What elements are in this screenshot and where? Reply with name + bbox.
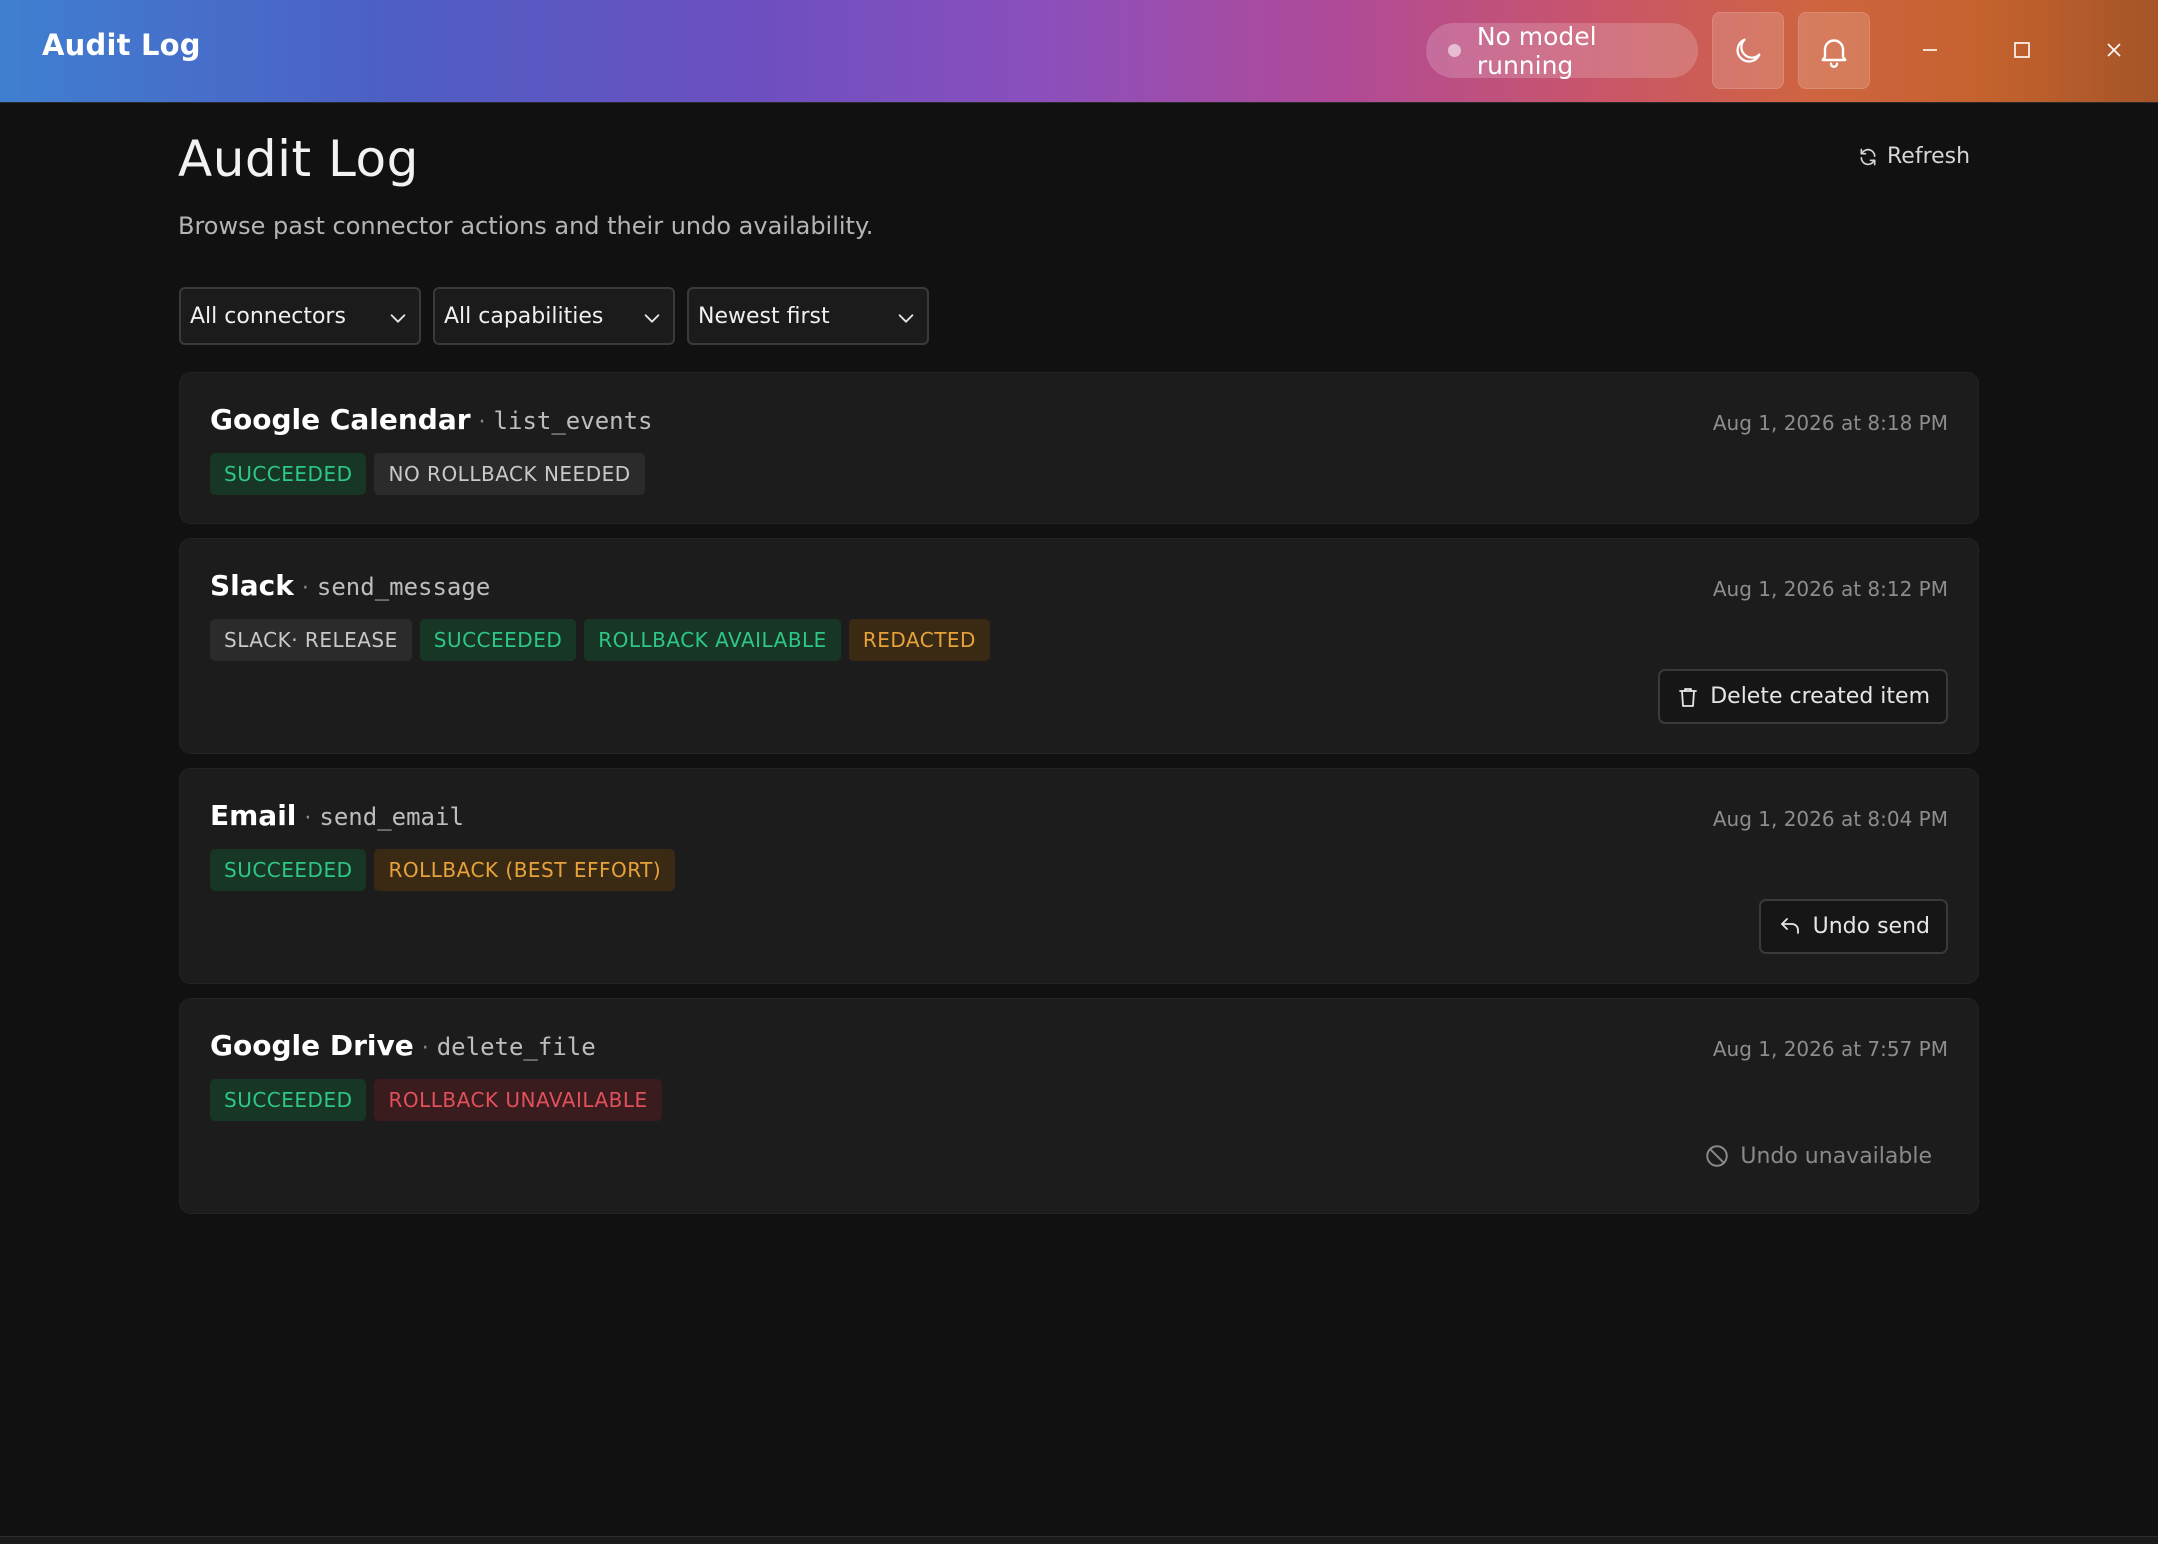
entry-header: Google Calendar · list_events	[210, 403, 653, 436]
connector-name: Google Drive	[210, 1029, 414, 1062]
redacted-badge: REDACTED	[848, 619, 990, 661]
sort-value: Newest first	[698, 303, 830, 329]
delete-created-item-button[interactable]: Delete created item	[1658, 669, 1948, 724]
entry-header: Slack · send_message	[210, 569, 490, 602]
model-status-pill[interactable]: No model running	[1426, 21, 1698, 80]
moon-icon	[1736, 38, 1761, 63]
capability-name: send_message	[316, 573, 491, 601]
entry-header: Google Drive · delete_file	[210, 1029, 596, 1062]
status-badge: SUCCEEDED	[210, 453, 367, 495]
refresh-button[interactable]: Refresh	[1858, 144, 1970, 169]
refresh-icon	[1860, 148, 1876, 165]
notifications-button[interactable]	[1798, 12, 1870, 89]
undo-send-label: Undo send	[1812, 914, 1930, 939]
entry-timestamp: Aug 1, 2026 at 8:12 PM	[1712, 577, 1948, 601]
sort-select[interactable]: Newest first	[687, 287, 929, 345]
capability-filter-select[interactable]: All capabilities	[433, 287, 675, 345]
capability-filter-value: All capabilities	[444, 303, 604, 329]
trash-icon	[1679, 687, 1698, 707]
chevron-down-icon	[898, 314, 914, 323]
chevron-down-icon	[390, 314, 406, 323]
audit-entry-card[interactable]: Slack · send_message Aug 1, 2026 at 8:12…	[179, 538, 1979, 754]
badge-row: SLACK· RELEASE SUCCEEDED ROLLBACK AVAILA…	[210, 619, 998, 661]
separator-dot: ·	[478, 410, 486, 435]
theme-toggle-button[interactable]	[1712, 12, 1784, 89]
audit-entry-card[interactable]: Google Calendar · list_events Aug 1, 202…	[179, 372, 1979, 524]
entry-timestamp: Aug 1, 2026 at 8:04 PM	[1712, 807, 1948, 831]
undo-icon	[1780, 917, 1799, 934]
badge-row: SUCCEEDED ROLLBACK UNAVAILABLE	[210, 1079, 670, 1121]
bell-icon	[1821, 38, 1847, 68]
minimize-button[interactable]	[1906, 26, 1954, 74]
status-badge: SUCCEEDED	[210, 1079, 367, 1121]
connector-name: Email	[210, 799, 297, 832]
undo-unavailable-label: Undo unavailable	[1740, 1143, 1932, 1169]
badge-row: SUCCEEDED ROLLBACK (BEST EFFORT)	[210, 849, 683, 891]
page-title: Audit Log	[178, 130, 419, 188]
close-button[interactable]	[2090, 26, 2138, 74]
connector-name: Google Calendar	[210, 403, 471, 436]
audit-entry-card[interactable]: Email · send_email Aug 1, 2026 at 8:04 P…	[179, 768, 1979, 984]
maximize-button[interactable]	[1998, 26, 2046, 74]
maximize-icon	[2014, 42, 2030, 58]
rollback-badge: ROLLBACK AVAILABLE	[584, 619, 841, 661]
connector-name: Slack	[210, 569, 294, 602]
prohibited-icon	[1706, 1145, 1729, 1167]
separator-dot: ·	[301, 576, 309, 601]
status-badge: SUCCEEDED	[419, 619, 577, 661]
refresh-label: Refresh	[1887, 144, 1971, 169]
entry-timestamp: Aug 1, 2026 at 7:57 PM	[1712, 1037, 1948, 1061]
page-subtitle: Browse past connector actions and their …	[178, 212, 874, 240]
undo-send-button[interactable]: Undo send	[1758, 899, 1948, 954]
rollback-badge: ROLLBACK (BEST EFFORT)	[374, 849, 676, 891]
status-dot-icon	[1448, 44, 1461, 57]
app-title: Audit Log	[42, 28, 201, 62]
badge-row: SUCCEEDED NO ROLLBACK NEEDED	[210, 453, 653, 495]
entry-timestamp: Aug 1, 2026 at 8:18 PM	[1712, 411, 1948, 435]
capability-name: delete_file	[436, 1033, 596, 1061]
title-bar: Audit Log No model running	[0, 0, 2158, 103]
delete-created-item-label: Delete created item	[1710, 684, 1930, 709]
minimize-icon	[1923, 49, 1937, 51]
separator-dot: ·	[304, 806, 312, 831]
tag-badge: SLACK· RELEASE	[210, 619, 412, 661]
close-icon	[2107, 43, 2121, 57]
model-status-label: No model running	[1476, 21, 1597, 80]
window-bottom-edge	[0, 1536, 2158, 1544]
rollback-badge: ROLLBACK UNAVAILABLE	[374, 1079, 662, 1121]
rollback-badge: NO ROLLBACK NEEDED	[374, 453, 645, 495]
undo-unavailable-indicator: Undo unavailable	[1704, 1143, 1932, 1169]
entry-header: Email · send_email	[210, 799, 464, 832]
separator-dot: ·	[421, 1036, 429, 1061]
status-badge: SUCCEEDED	[210, 849, 367, 891]
connector-filter-value: All connectors	[190, 303, 346, 329]
audit-entry-card[interactable]: Google Drive · delete_file Aug 1, 2026 a…	[179, 998, 1979, 1214]
chevron-down-icon	[644, 314, 660, 323]
connector-filter-select[interactable]: All connectors	[179, 287, 421, 345]
capability-name: list_events	[493, 407, 653, 435]
capability-name: send_email	[319, 803, 464, 831]
